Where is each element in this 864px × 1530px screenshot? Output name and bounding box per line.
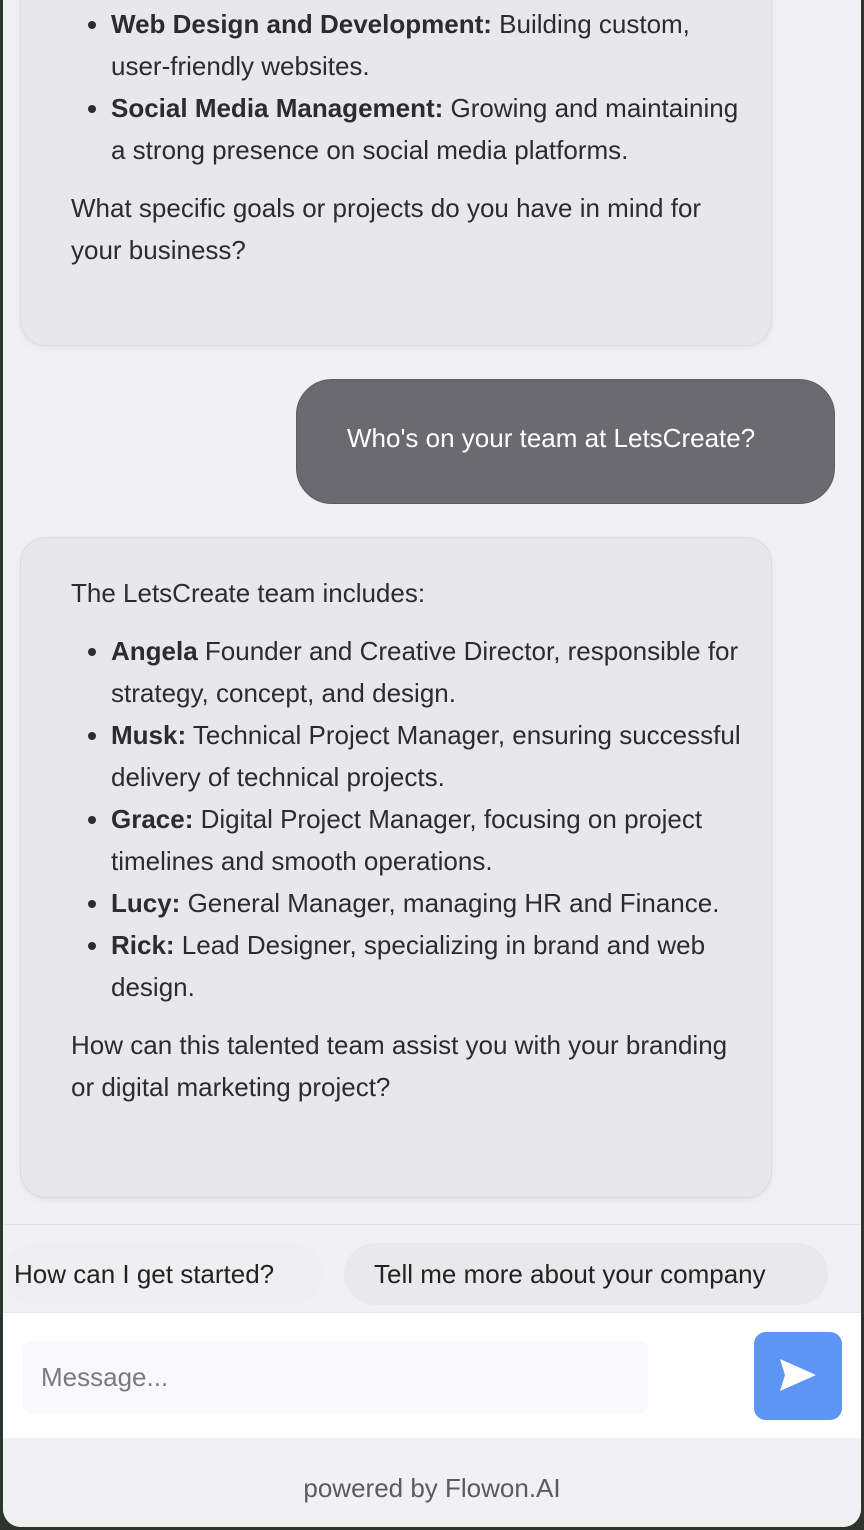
item-title: Lucy:	[111, 888, 181, 918]
suggestion-chip-get-started[interactable]: How can I get started?	[3, 1243, 323, 1305]
composer	[3, 1312, 861, 1439]
services-list: Web Design and Development: Building cus…	[71, 3, 751, 171]
list-item: Angela Founder and Creative Director, re…	[111, 630, 751, 714]
message-text: What specific goals or projects do you h…	[71, 193, 702, 265]
bot-message: The LetsCreate team includes: Angela Fou…	[20, 537, 772, 1198]
item-text: General Manager, managing HR and Finance…	[180, 888, 720, 918]
list-item: Web Design and Development: Building cus…	[111, 3, 751, 87]
item-text: Lead Designer, specializing in brand and…	[111, 930, 706, 1002]
item-title: Musk:	[111, 720, 187, 750]
chat-widget: Web Design and Development: Building cus…	[3, 0, 861, 1527]
chip-label: Tell me more about your company	[374, 1258, 766, 1289]
message-input[interactable]	[23, 1341, 648, 1413]
item-title: Rick:	[111, 930, 175, 960]
footer-text: powered by Flowon.AI	[303, 1473, 561, 1503]
message-list[interactable]: Web Design and Development: Building cus…	[3, 0, 861, 1222]
list-item: Grace: Digital Project Manager, focusing…	[111, 798, 751, 882]
item-title: Angela	[111, 636, 198, 666]
item-title: Grace:	[111, 804, 194, 834]
item-text: Digital Project Manager, focusing on pro…	[111, 804, 703, 876]
message-text: Who's on your team at LetsCreate?	[347, 423, 756, 453]
chip-label: How can I get started?	[14, 1258, 275, 1289]
message-text: The LetsCreate team includes:	[71, 578, 426, 608]
bot-message: Web Design and Development: Building cus…	[20, 0, 772, 346]
item-title: Web Design and Development:	[111, 9, 492, 39]
team-list: Angela Founder and Creative Director, re…	[71, 630, 751, 1008]
powered-by-footer: powered by Flowon.AI	[3, 1438, 861, 1527]
message-text: How can this talented team assist you wi…	[71, 1030, 728, 1102]
list-item: Lucy: General Manager, managing HR and F…	[111, 882, 751, 924]
item-text: Founder and Creative Director, responsib…	[111, 636, 739, 708]
item-title: Social Media Management:	[111, 93, 444, 123]
send-icon	[778, 1357, 818, 1396]
item-text: Technical Project Manager, ensuring succ…	[111, 720, 741, 792]
list-item: Social Media Management: Growing and mai…	[111, 87, 751, 171]
suggestion-row: How can I get started? Tell me more abou…	[3, 1224, 861, 1313]
send-button[interactable]	[754, 1332, 842, 1420]
suggestion-chip-company[interactable]: Tell me more about your company	[344, 1243, 828, 1305]
list-item: Musk: Technical Project Manager, ensurin…	[111, 714, 751, 798]
list-item: Rick: Lead Designer, specializing in bra…	[111, 924, 751, 1008]
user-message: Who's on your team at LetsCreate?	[296, 379, 835, 504]
